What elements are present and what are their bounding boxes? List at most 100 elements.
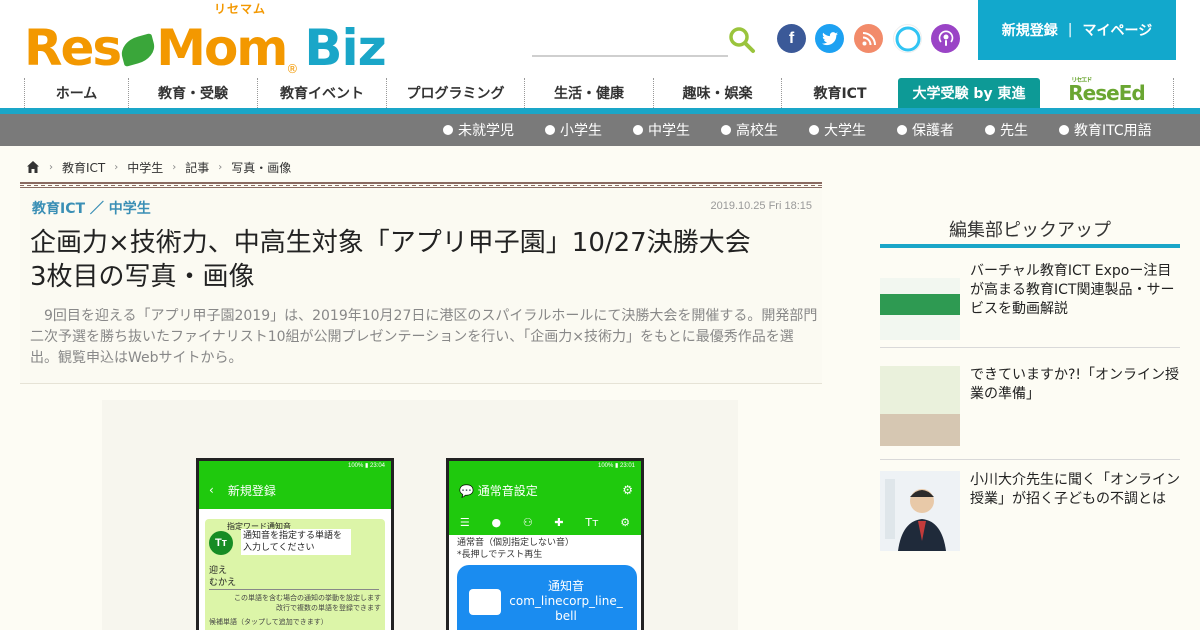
bullet-icon [985,125,995,135]
subnav-elementary[interactable]: 小学生 [545,114,602,146]
subnav-teachers[interactable]: 先生 [985,114,1028,146]
nav-university-exam-toshin[interactable]: 大学受験 by 東進 [898,78,1040,108]
person-photo [880,471,960,551]
nav-education-ict[interactable]: 教育ICT [781,78,898,108]
mypage-link[interactable]: マイページ [1082,20,1152,40]
pickup-thumbnail[interactable] [880,471,960,551]
facebook-icon[interactable]: f [777,24,806,53]
article-header: 教育ICT ／ 中学生 2019.10.25 Fri 18:15 企画力×技術力… [20,190,822,384]
pickup-thumbnail[interactable] [880,366,960,446]
subnav-label: 教育ITC用語 [1074,123,1152,139]
rss-icon[interactable] [854,24,883,53]
nav-hobby[interactable]: 趣味・娯楽 [653,78,781,108]
card-description: 通知音を指定する単語を入力してください [241,529,351,555]
puzzle-icon: ✚ [554,515,564,529]
text-size-icon: Tт [209,531,233,555]
subnav-preschool[interactable]: 未就学児 [443,114,514,146]
nav-home[interactable]: ホーム [24,78,128,108]
member-box: 新規登録 | マイページ [978,0,1176,60]
bullet-icon [545,125,555,135]
nav-life-health[interactable]: 生活・健康 [524,78,653,108]
subnav-glossary[interactable]: 教育ITC用語 [1059,114,1152,146]
nav-education-event[interactable]: 教育イベント [257,78,386,108]
pickup-item[interactable]: できていますか?!「オンライン授業の準備」 [880,366,1180,460]
sidebar-rule [880,244,1180,248]
site-logo[interactable]: Res Mom ® Biz [24,10,387,77]
subnav-label: 大学生 [824,123,866,139]
breadcrumb-junior-high[interactable]: 中学生 [127,159,163,176]
message-icon [469,589,501,615]
logo-kana: リセマム [214,2,267,16]
leaf-icon [118,33,158,67]
logo-wordmark: Res Mom [24,19,288,77]
sound-description: 通常音（個別指定しない音） *長押しでテスト再生 [457,537,574,561]
search-input[interactable] [532,55,728,57]
person-icon: ● [491,515,502,529]
pickup-title[interactable]: 小川大介先生に聞く「オンライン授業」が招く子どもの不調とは [970,471,1180,509]
subnav-label: 中学生 [648,123,690,139]
search-icon[interactable] [728,26,756,54]
register-link[interactable]: 新規登録 [1002,20,1058,40]
pickup-item[interactable]: 小川大介先生に聞く「オンライン授業」が招く子どもの不調とは [880,471,1180,561]
chevron-right-icon: › [49,161,53,173]
title-line-2: 3枚目の写真・画像 [30,262,255,292]
input-line-2: むかえ [209,578,237,588]
nav-programming[interactable]: プログラミング [386,78,524,108]
page-title: 企画力×技術力、中高生対象「アプリ甲子園」10/27決勝大会 3枚目の写真・画像 [30,226,810,294]
pickup-thumbnail[interactable] [880,278,960,340]
input-line-1: 迎え [209,566,228,576]
article-category[interactable]: 教育ICT ／ 中学生 [32,198,151,218]
bubble-line-2: com_linecorp_line_ [509,594,623,608]
sound-line-2: *長押しでテスト再生 [457,550,543,560]
app-header: 💬 通常音設定 ⚙ [449,471,641,509]
article-date: 2019.10.25 Fri 18:15 [710,200,812,212]
subnav-label: 小学生 [560,123,602,139]
subnav-junior-high[interactable]: 中学生 [633,114,690,146]
alexa-icon[interactable] [893,24,922,53]
registered-mark: ® [286,62,299,76]
article-photo[interactable]: 100% ▮ 23:04 ‹ 新規登録 指定ワード通知音 Tт 通知音を指定する… [102,400,738,630]
pickup-item[interactable]: バーチャル教育ICT Expoー注目が高まる教育ICT関連製品・サービスを動画解… [880,262,1180,348]
bullet-icon [443,125,453,135]
pickup-title[interactable]: できていますか?!「オンライン授業の準備」 [970,366,1180,404]
twitter-icon[interactable] [815,24,844,53]
chevron-right-icon: › [218,161,223,173]
article-lead: 9回目を迎える「アプリ甲子園2019」は、2019年10月27日に港区のスパイラ… [30,308,818,366]
subnav-label: 保護者 [912,123,954,139]
pickup-title[interactable]: バーチャル教育ICT Expoー注目が高まる教育ICT関連製品・サービスを動画解… [970,262,1180,319]
phone-screenshot-right: 100% ▮ 23:01 💬 通常音設定 ⚙ ☰ ● ⚇ ✚ Tт ⚙ 通常音（… [446,458,644,630]
app-header-title: 新規登録 [227,483,276,498]
subnav-high-school[interactable]: 高校生 [721,114,778,146]
bullet-icon [633,125,643,135]
title-line-1: 企画力×技術力、中高生対象「アプリ甲子園」10/27決勝大会 [30,228,751,258]
bullet-icon [809,125,819,135]
nav-resed[interactable]: リセエド ReseEd [1040,77,1174,108]
group-icon: ⚇ [522,515,533,529]
list-icon: ☰ [459,515,470,529]
bullet-icon [721,125,731,135]
home-icon[interactable] [26,160,40,174]
gear-icon: ⚙ [620,515,631,529]
gear-icon: ⚙ [622,483,633,497]
stitched-divider [20,182,822,188]
subnav-label: 先生 [1000,123,1028,139]
subnav-label: 未就学児 [458,123,514,139]
notification-sound-bubble: 通知音 com_linecorp_line_ bell [457,565,637,630]
keyword-input: 迎え むかえ [209,565,379,590]
app-header-text: 通常音設定 [477,483,538,498]
bubble-line-1: 通知音 [547,579,584,593]
status-bar: 100% ▮ 23:01 [449,461,641,471]
subnav-label: 高校生 [736,123,778,139]
card-note: この単語を含む場合の通知の挙動を設定します 改行で複数の単語を登録できます [234,594,381,612]
podcast-icon[interactable] [931,24,960,53]
subnav-university[interactable]: 大学生 [809,114,866,146]
phone-screenshot-left: 100% ▮ 23:04 ‹ 新規登録 指定ワード通知音 Tт 通知音を指定する… [196,458,394,630]
subnav-parents[interactable]: 保護者 [897,114,954,146]
breadcrumb-article[interactable]: 記事 [185,159,209,176]
bullet-icon [1059,125,1069,135]
breadcrumb: › 教育ICT › 中学生 › 記事 › 写真・画像 [26,158,291,176]
sidebar-title: 編集部ピックアップ [949,220,1111,241]
bubble-text: 通知音 com_linecorp_line_ bell [501,579,631,624]
breadcrumb-education-ict[interactable]: 教育ICT [62,159,105,176]
nav-education-exam[interactable]: 教育・受験 [128,78,257,108]
